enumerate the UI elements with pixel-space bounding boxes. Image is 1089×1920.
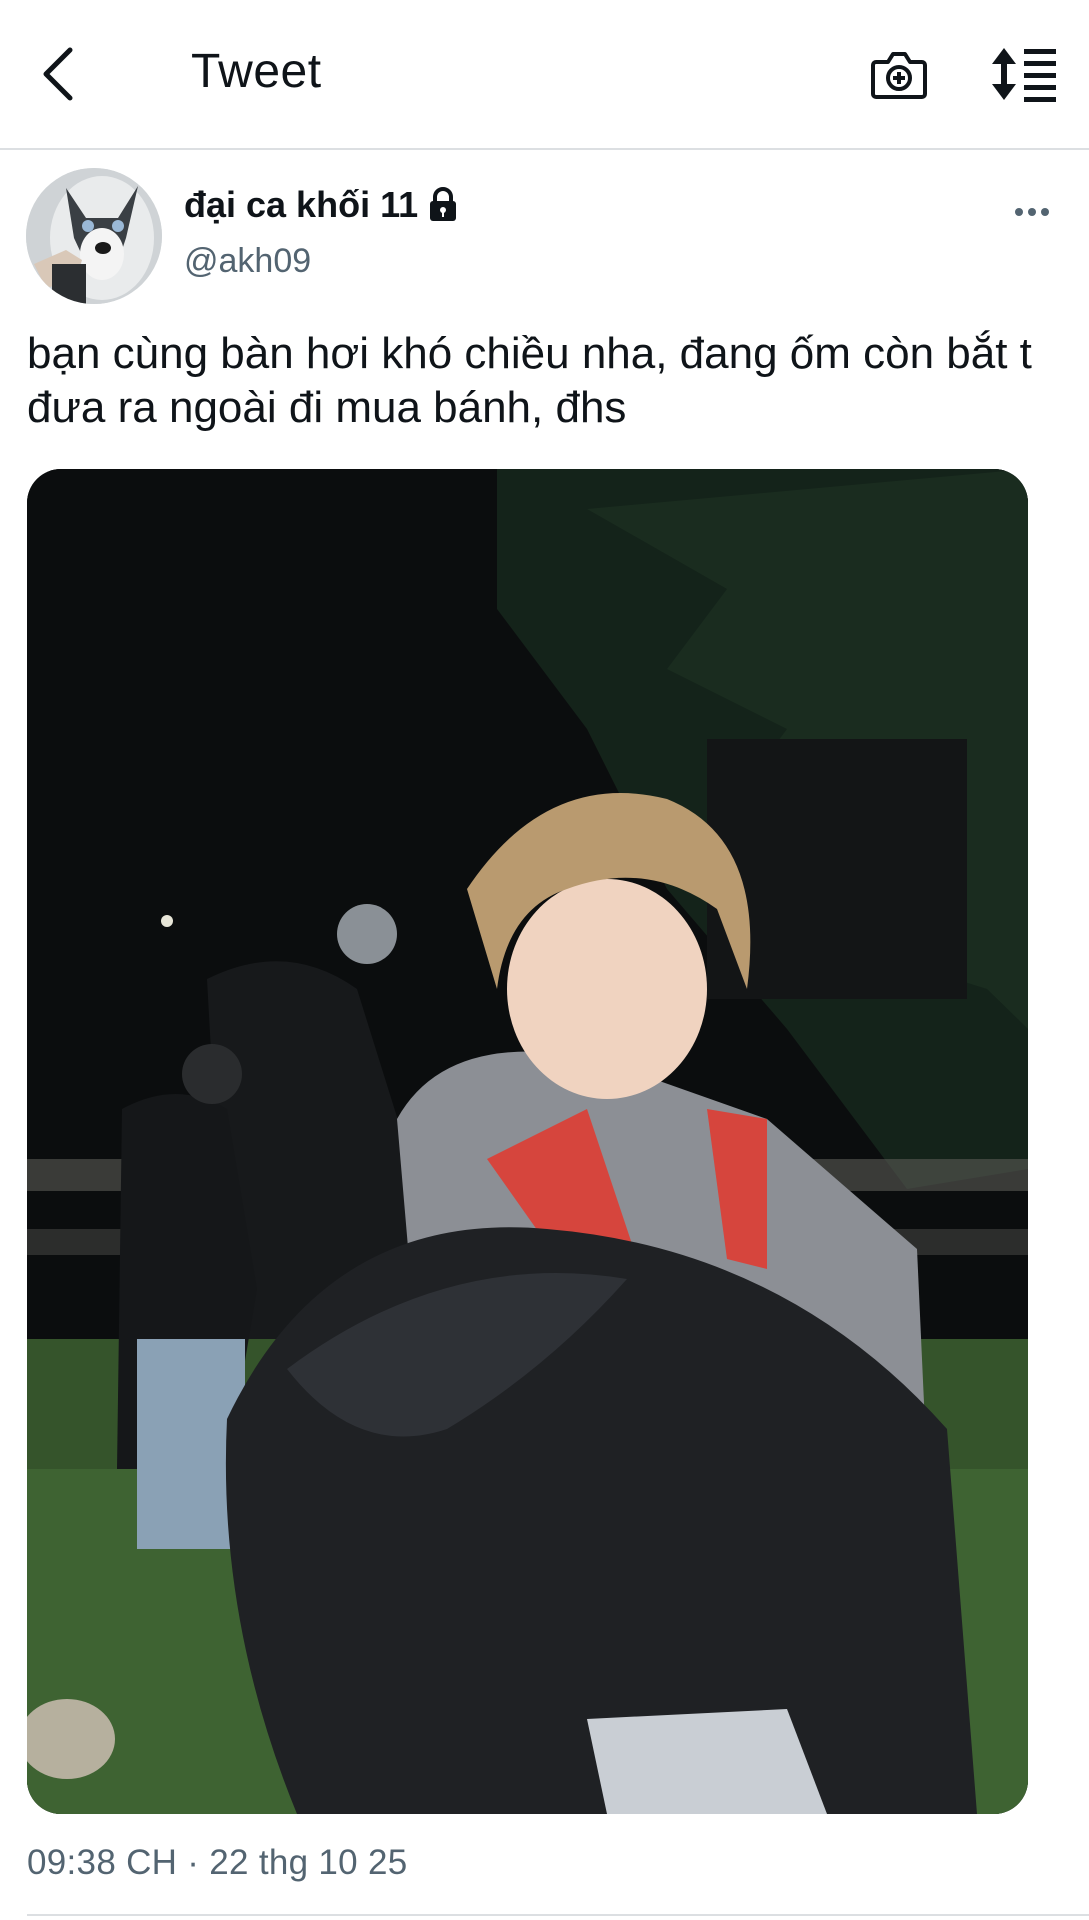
photo-content — [27, 469, 1028, 1814]
back-arrow-icon[interactable] — [36, 44, 82, 104]
tweet-text: bạn cùng bàn hơi khó chiều nha, đang ốm … — [27, 329, 1032, 432]
sort-list-icon[interactable] — [990, 44, 1060, 104]
author-avatar[interactable] — [26, 168, 162, 304]
author-display-name: đại ca khối 11 — [184, 184, 419, 225]
author-name[interactable]: đại ca khối 11 — [184, 184, 460, 226]
divider — [27, 1914, 1089, 1916]
more-horizontal-icon[interactable] — [1014, 196, 1050, 228]
top-navigation-bar: Tweet — [0, 0, 1089, 150]
tweet-timestamp: 09:38 CH · 22 thg 10 25 — [27, 1843, 408, 1882]
camera-add-icon[interactable] — [870, 46, 928, 102]
tweet-photo[interactable] — [27, 469, 1028, 1814]
author-handle[interactable]: @akh09 — [184, 242, 311, 281]
avatar-image — [26, 168, 162, 304]
lock-icon — [430, 187, 457, 221]
page-title: Tweet — [191, 45, 322, 98]
